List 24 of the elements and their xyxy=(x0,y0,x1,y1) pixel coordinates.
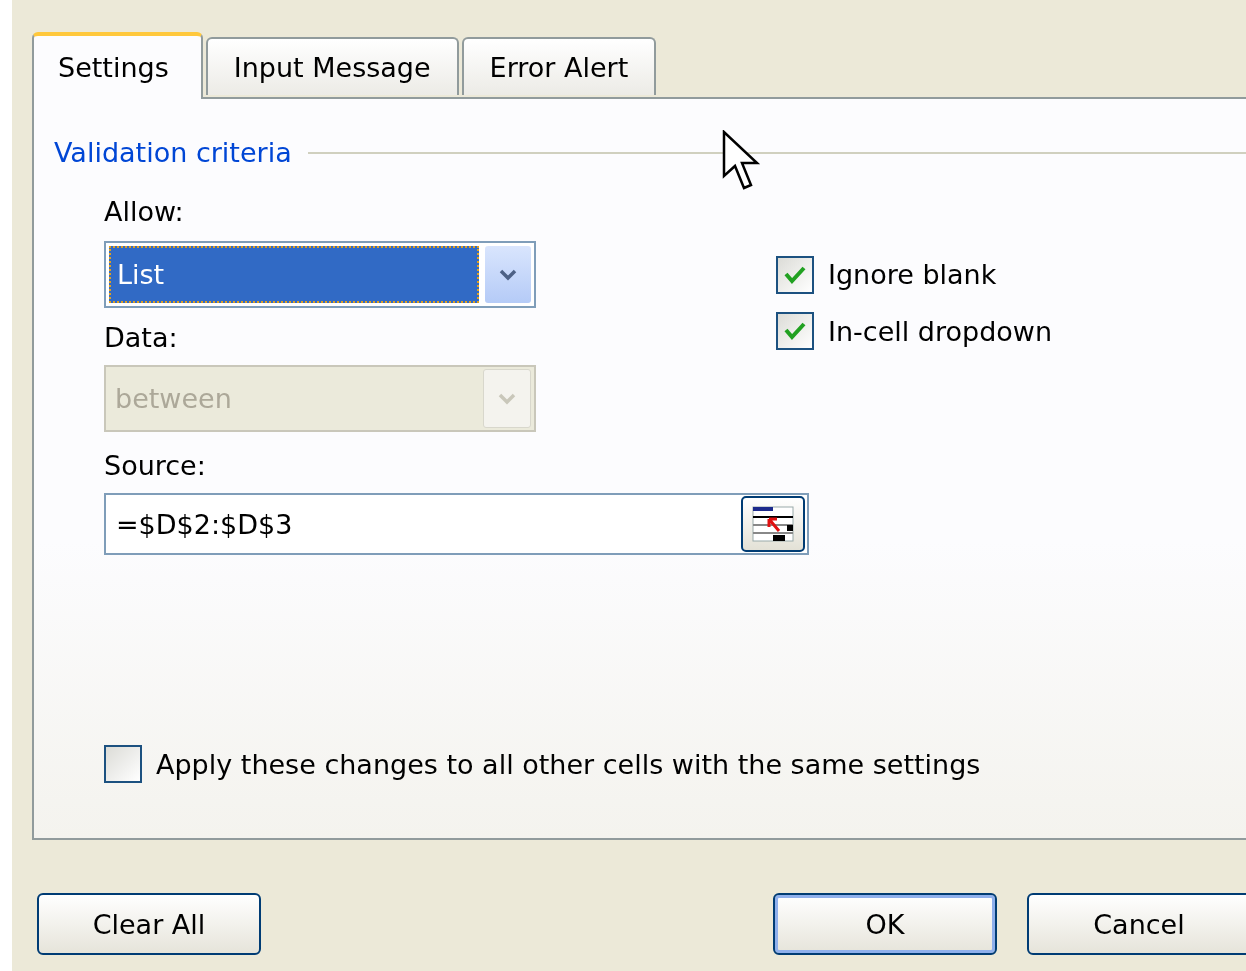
field-label: Allow: xyxy=(104,196,185,227)
dropdown-arrow-button[interactable] xyxy=(485,246,531,303)
chevron-down-icon xyxy=(497,391,517,406)
dialog-button[interactable]: OK xyxy=(773,893,997,955)
checkbox-label[interactable]: Apply these changes to all other cells with the same settings xyxy=(156,748,981,780)
checkbox[interactable] xyxy=(776,312,814,350)
tab[interactable]: Error Alert xyxy=(461,37,657,95)
field-label: Data: xyxy=(104,322,179,353)
dialog-button[interactable]: Clear All xyxy=(37,893,261,955)
dialog-button[interactable]: Cancel xyxy=(1027,893,1246,955)
tab[interactable]: Input Message xyxy=(205,37,459,95)
range-select-icon xyxy=(749,503,797,545)
chevron-down-icon xyxy=(498,267,518,282)
checkbox-label[interactable]: Ignore blank xyxy=(828,259,997,290)
tab[interactable]: Settings xyxy=(32,32,203,99)
source-field[interactable]: =$D$2:$D$3 xyxy=(104,493,809,555)
checkbox[interactable] xyxy=(776,255,814,294)
checkmark-icon xyxy=(783,320,807,342)
checkbox[interactable] xyxy=(104,745,142,783)
range-picker-button[interactable] xyxy=(741,496,805,552)
dropdown[interactable]: List xyxy=(104,241,536,308)
field-label: Source: xyxy=(104,450,207,481)
checkbox-label[interactable]: In-cell dropdown xyxy=(828,315,1052,347)
group-title: Validation criteria xyxy=(54,137,292,168)
